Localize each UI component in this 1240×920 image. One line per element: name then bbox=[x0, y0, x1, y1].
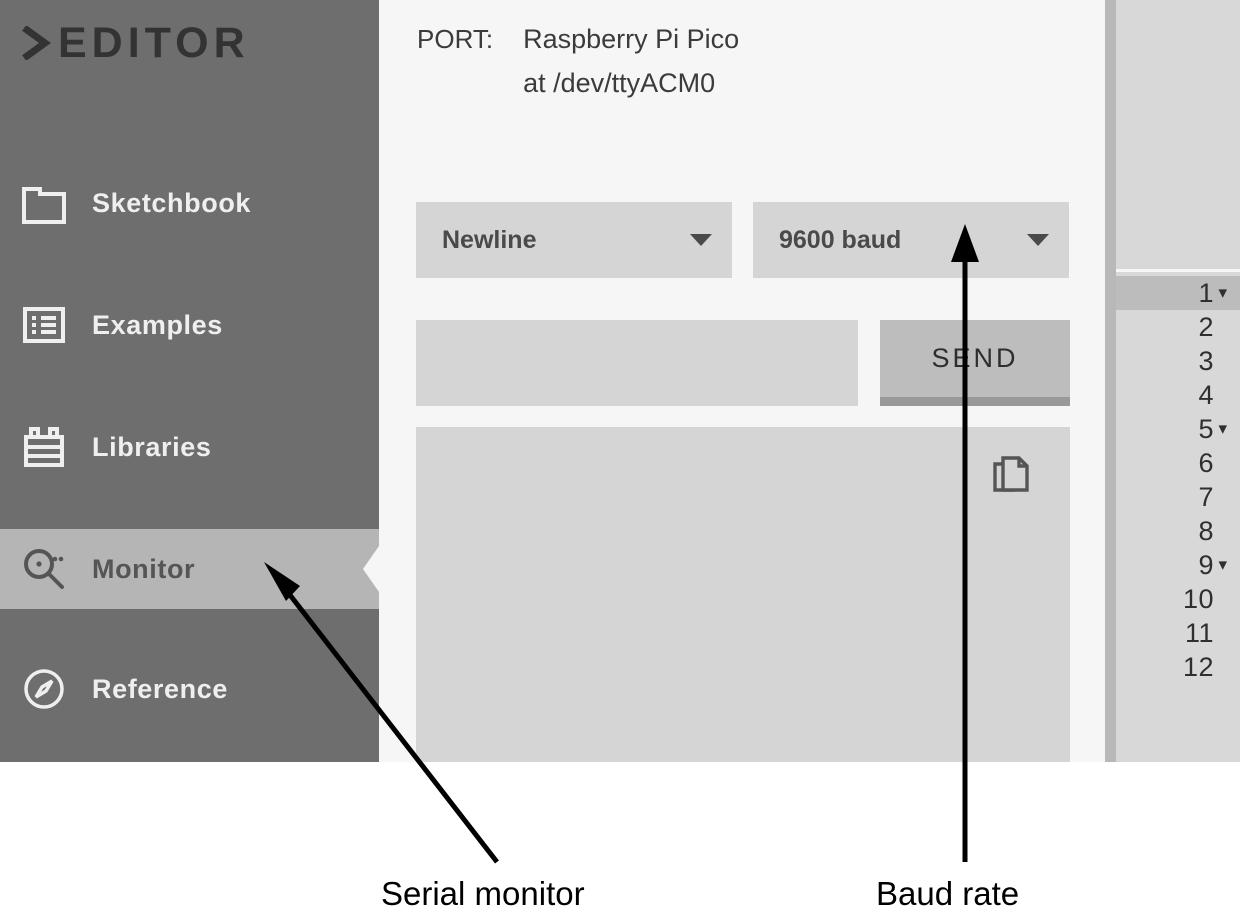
editor-scrollbar-track[interactable] bbox=[1105, 0, 1116, 762]
active-item-notch bbox=[363, 546, 379, 592]
line-number: 8 bbox=[1198, 515, 1214, 546]
code-editor-gutter: 1 ▾ 2 3 4 5 ▾ 6 7 8 9 ▾ 10 11 12 bbox=[1116, 0, 1240, 762]
sidebar-item-label: Sketchbook bbox=[92, 187, 252, 218]
port-path: at /dev/ttyACM0 bbox=[523, 67, 716, 98]
folder-icon bbox=[22, 187, 66, 224]
line-number: 4 bbox=[1198, 379, 1214, 410]
sidebar-item-label: Examples bbox=[92, 309, 223, 340]
port-device: Raspberry Pi Pico bbox=[523, 24, 740, 54]
sidebar-item-monitor[interactable]: Monitor bbox=[0, 529, 379, 609]
sidebar-item-label: Libraries bbox=[92, 431, 212, 462]
crate-icon bbox=[24, 427, 64, 467]
serial-send-input[interactable] bbox=[416, 320, 858, 406]
copy-icon[interactable] bbox=[990, 455, 1034, 499]
line-number-row[interactable]: 5 ▾ bbox=[1116, 412, 1240, 446]
sidebar-item-sketchbook[interactable]: Sketchbook bbox=[0, 163, 379, 243]
line-number-row[interactable]: 4 bbox=[1116, 378, 1240, 412]
chevron-down-icon bbox=[1027, 234, 1049, 246]
sidebar-item-reference[interactable]: Reference bbox=[0, 649, 379, 729]
chevron-right-icon bbox=[22, 26, 51, 60]
sidebar: EDITOR Sketchbook Examples Libraries Mon… bbox=[0, 0, 379, 762]
baud-rate-value: 9600 baud bbox=[779, 225, 902, 254]
line-number: 6 bbox=[1198, 447, 1214, 478]
send-button[interactable]: SEND bbox=[880, 320, 1070, 406]
line-number: 7 bbox=[1198, 481, 1214, 512]
chevron-down-icon bbox=[690, 234, 712, 246]
sidebar-item-libraries[interactable]: Libraries bbox=[0, 407, 379, 487]
line-number: 5 bbox=[1198, 413, 1214, 444]
compass-icon bbox=[24, 669, 64, 709]
port-label: PORT: bbox=[417, 24, 494, 54]
line-number: 1 bbox=[1198, 277, 1214, 308]
line-number-row[interactable]: 11 bbox=[1116, 616, 1240, 650]
sidebar-item-label: Reference bbox=[92, 673, 228, 704]
port-info: PORT: Raspberry Pi Pico at /dev/ttyACM0 bbox=[417, 18, 739, 105]
line-number-row[interactable]: 1 ▾ bbox=[1116, 276, 1240, 310]
serial-output-console[interactable] bbox=[416, 427, 1070, 762]
line-number: 9 bbox=[1198, 549, 1214, 580]
line-number-row[interactable]: 3 bbox=[1116, 344, 1240, 378]
line-number-row[interactable]: 12 bbox=[1116, 650, 1240, 684]
line-ending-dropdown[interactable]: Newline bbox=[416, 202, 732, 278]
line-number-row[interactable]: 8 bbox=[1116, 514, 1240, 548]
editor-upper-region bbox=[1116, 0, 1240, 272]
fold-toggle-icon[interactable]: ▾ bbox=[1214, 419, 1232, 439]
line-ending-value: Newline bbox=[442, 225, 537, 254]
search-dot-icon bbox=[24, 549, 64, 589]
line-number-row[interactable]: 9 ▾ bbox=[1116, 548, 1240, 582]
line-number: 10 bbox=[1182, 583, 1214, 614]
line-number-row[interactable]: 6 bbox=[1116, 446, 1240, 480]
sidebar-item-examples[interactable]: Examples bbox=[0, 285, 379, 365]
list-icon bbox=[23, 307, 65, 343]
fold-toggle-icon[interactable]: ▾ bbox=[1214, 555, 1232, 575]
panel-gap bbox=[1093, 0, 1105, 762]
line-number: 3 bbox=[1198, 345, 1214, 376]
sidebar-item-label: Monitor bbox=[92, 553, 196, 584]
port-value: Raspberry Pi Pico at /dev/ttyACM0 bbox=[523, 18, 739, 105]
line-number-row[interactable]: 7 bbox=[1116, 480, 1240, 514]
app-logo: EDITOR bbox=[22, 14, 250, 72]
line-number-row[interactable]: 10 bbox=[1116, 582, 1240, 616]
fold-toggle-icon[interactable]: ▾ bbox=[1214, 283, 1232, 303]
line-number: 12 bbox=[1182, 651, 1214, 682]
line-number-row[interactable]: 2 bbox=[1116, 310, 1240, 344]
app-logo-text: EDITOR bbox=[58, 18, 250, 67]
annotation-baud-rate: Baud rate bbox=[876, 875, 1020, 912]
annotation-serial-monitor: Serial monitor bbox=[381, 875, 585, 912]
line-number: 11 bbox=[1184, 617, 1214, 648]
baud-rate-dropdown[interactable]: 9600 baud bbox=[753, 202, 1069, 278]
line-number: 2 bbox=[1198, 311, 1214, 342]
editor-screenshot: EDITOR Sketchbook Examples Libraries Mon… bbox=[0, 0, 1240, 762]
